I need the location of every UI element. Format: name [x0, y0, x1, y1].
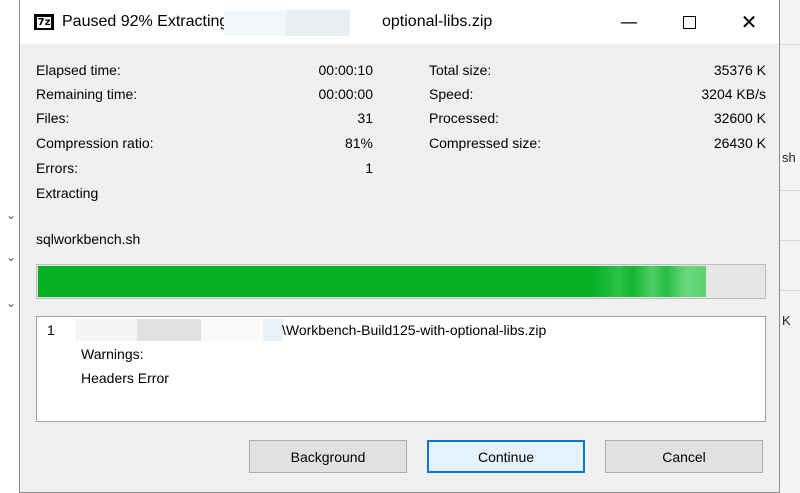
total-size-label: Total size:	[429, 62, 492, 78]
redacted-region	[137, 319, 201, 341]
extract-progress-dialog: 7z Paused 92% Extracting optional-libs.z…	[19, 0, 780, 493]
redacted-region	[286, 10, 350, 36]
compression-ratio-value: 81%	[344, 135, 373, 151]
minimize-icon: —	[620, 11, 638, 33]
compression-ratio-label: Compression ratio:	[36, 135, 154, 151]
background-divider	[780, 44, 800, 45]
messages-list[interactable]: 1 \Workbench-Build125-with-optional-libs…	[36, 316, 766, 422]
redacted-region	[201, 319, 263, 341]
cancel-button[interactable]: Cancel	[605, 440, 763, 473]
speed-label: Speed:	[429, 86, 474, 102]
processed-label: Processed:	[429, 110, 500, 126]
current-file-name: sqlworkbench.sh	[36, 231, 141, 247]
total-size-value: 35376 K	[713, 62, 766, 78]
app-7z-icon: 7z	[34, 14, 54, 30]
background-partial-text: K	[782, 313, 791, 328]
operation-status: Extracting	[36, 185, 99, 201]
files-label: Files:	[36, 110, 70, 126]
elapsed-time-value: 00:00:10	[318, 62, 374, 78]
maximize-button[interactable]	[660, 0, 718, 44]
minimize-button[interactable]: —	[600, 0, 658, 44]
compressed-size-value: 26430 K	[713, 135, 766, 151]
background-button[interactable]: Background	[249, 440, 407, 473]
close-button[interactable]: ✕	[720, 0, 778, 44]
background-divider	[780, 240, 800, 241]
window-title-status: Paused 92% Extracting	[62, 13, 229, 30]
message-warning-label: Warnings:	[81, 346, 144, 362]
message-archive-path: \Workbench-Build125-with-optional-libs.z…	[282, 322, 547, 338]
message-error-text: Headers Error	[81, 370, 169, 386]
remaining-time-value: 00:00:00	[318, 86, 374, 102]
chevron-down-icon: ⌄	[6, 296, 17, 310]
background-divider	[780, 190, 800, 191]
remaining-time-label: Remaining time:	[36, 86, 138, 102]
processed-value: 32600 K	[713, 110, 766, 126]
maximize-icon	[682, 15, 696, 29]
speed-value: 3204 KB/s	[701, 86, 766, 102]
close-icon: ✕	[740, 10, 758, 34]
background-divider	[780, 290, 800, 291]
chevron-down-icon: ⌄	[6, 208, 17, 222]
background-partial-text: sh	[782, 150, 796, 165]
window-title-file: optional-libs.zip	[382, 13, 493, 30]
title-bar[interactable]: 7z Paused 92% Extracting optional-libs.z…	[20, 0, 779, 44]
redacted-region	[224, 10, 286, 36]
errors-value: 1	[365, 160, 373, 176]
message-index: 1	[47, 322, 55, 338]
continue-button[interactable]: Continue	[427, 440, 585, 473]
redacted-region	[75, 319, 137, 341]
files-value: 31	[357, 110, 373, 126]
elapsed-time-label: Elapsed time:	[36, 62, 121, 78]
background-window	[780, 0, 800, 493]
compressed-size-label: Compressed size:	[429, 135, 542, 151]
errors-label: Errors:	[36, 160, 78, 176]
chevron-down-icon: ⌄	[6, 250, 17, 264]
redacted-region	[263, 319, 283, 341]
progress-bar-fill	[38, 266, 706, 297]
progress-bar	[36, 264, 766, 299]
